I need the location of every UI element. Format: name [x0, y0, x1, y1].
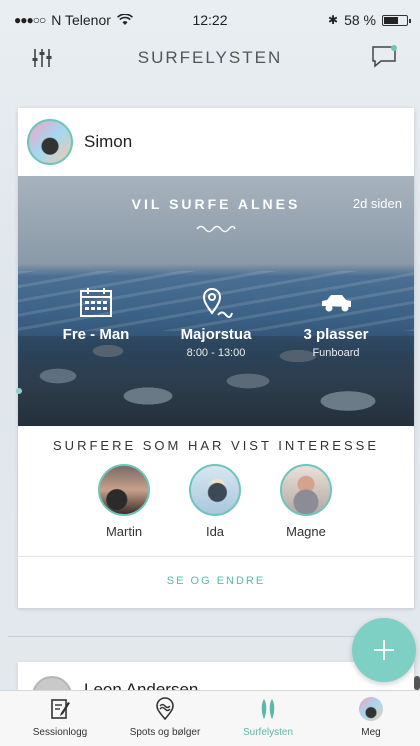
list-separator	[8, 636, 412, 637]
see-and-edit-button[interactable]: SE OG ENDRE	[18, 575, 414, 587]
info-place: Majorstua 8:00 - 13:00	[150, 286, 282, 359]
tab-sessionlogg[interactable]: Sessionlogg	[10, 697, 110, 738]
battery-percent: 58 %	[344, 12, 376, 28]
plus-icon	[374, 640, 394, 660]
tab-surfelysten[interactable]: Surfelysten	[218, 697, 318, 738]
surfboards-icon	[261, 699, 275, 719]
surfer-ida[interactable]: Ida	[170, 464, 260, 539]
surfer-name: Magne	[286, 524, 326, 539]
divider	[18, 556, 414, 557]
surfer-magne[interactable]: Magne	[261, 464, 351, 539]
scroll-indicator	[414, 676, 420, 690]
notebook-icon	[51, 699, 70, 719]
hero-image: VIL SURFE ALNES 2d siden Fre - Man Major…	[18, 176, 414, 426]
board-label: Funboard	[312, 347, 360, 359]
tab-bar: Sessionlogg Spots og bølger Surfelysten …	[0, 690, 420, 746]
page-title: SURFELYSTEN	[137, 48, 283, 67]
surfer-name: Martin	[105, 524, 143, 539]
battery-icon	[382, 14, 411, 26]
calendar-icon	[80, 288, 112, 317]
surfer-martin[interactable]: Martin	[79, 464, 169, 539]
avatar[interactable]	[189, 464, 241, 516]
avatar[interactable]	[280, 464, 332, 516]
info-dates: Fre - Man	[30, 286, 162, 343]
surf-request-card[interactable]: Leon Andersen	[18, 662, 414, 692]
interest-heading: SURFERE SOM HAR VIST INTERESSE	[53, 438, 379, 453]
add-request-button[interactable]	[352, 618, 416, 682]
card-header[interactable]: Simon	[18, 108, 414, 176]
tab-label: Sessionlogg	[32, 727, 88, 738]
info-transport: 3 plasser Funboard	[270, 286, 402, 359]
status-bar: ●●●○○ N Telenor 12:22 ✱ 58 %	[0, 0, 420, 36]
car-icon	[322, 295, 351, 312]
bluetooth-icon: ✱	[328, 13, 339, 27]
posted-time: 2d siden	[352, 196, 402, 211]
location-wave-icon	[156, 697, 174, 721]
tab-label: Surfelysten	[242, 727, 294, 738]
place-label: Majorstua	[180, 326, 252, 343]
page-indicator-dot	[16, 388, 22, 394]
tab-meg[interactable]: Meg	[321, 697, 420, 738]
tab-label: Spots og bølger	[129, 727, 201, 738]
days-label: Fre - Man	[62, 326, 130, 343]
seats-label: 3 plasser	[303, 326, 369, 343]
surf-request-card[interactable]: Simon VIL SURFE ALNES 2d siden Fre - Man	[18, 108, 414, 608]
user-name[interactable]: Simon	[84, 132, 132, 152]
tab-spots-og-bolger[interactable]: Spots og bølger	[115, 697, 215, 738]
avatar[interactable]	[98, 464, 150, 516]
surfer-name: Ida	[205, 524, 225, 539]
tab-label: Meg	[361, 727, 381, 738]
avatar[interactable]	[27, 119, 73, 165]
location-pin-icon	[202, 288, 233, 318]
time-range: 8:00 - 13:00	[186, 347, 246, 359]
nav-bar: SURFELYSTEN	[0, 36, 420, 80]
profile-avatar-icon	[359, 697, 383, 721]
wave-icon	[196, 225, 236, 233]
chat-icon[interactable]	[370, 44, 398, 70]
interested-surfers: Martin Ida Magne	[18, 464, 414, 554]
battery-group: ✱ 58 %	[328, 12, 411, 28]
